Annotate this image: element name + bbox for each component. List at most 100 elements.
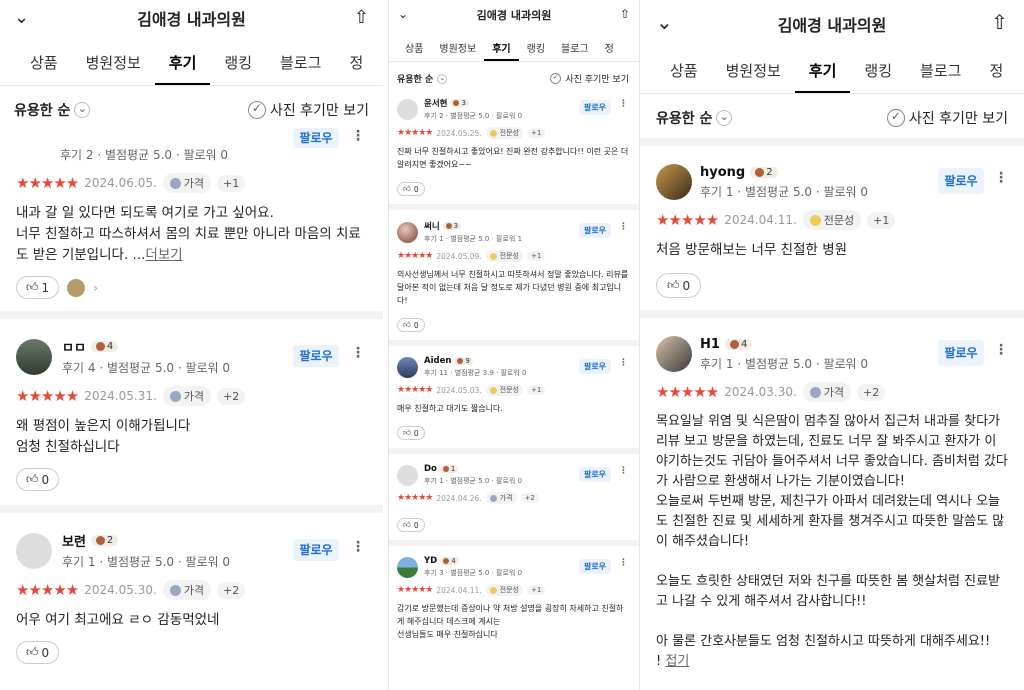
chevron-down-icon[interactable]: ⌄	[14, 7, 29, 28]
more-options-icon[interactable]: ⋮	[351, 539, 365, 555]
tag-price: 가격	[485, 492, 517, 504]
follow-button[interactable]: 팔로우	[579, 467, 611, 482]
reviewer-name: Do	[424, 464, 437, 474]
star-rating: ★★★★★	[397, 128, 433, 138]
level-icon	[445, 223, 452, 229]
sort-dropdown[interactable]: 유용한 순 ⌄	[14, 100, 91, 120]
price-icon	[169, 177, 181, 189]
tag-label: 가격	[183, 390, 205, 403]
tab-more[interactable]: 정	[975, 44, 1017, 93]
level-icon	[729, 339, 739, 349]
follow-button[interactable]: 팔로우	[579, 559, 611, 574]
more-options-icon[interactable]: ⋮	[994, 170, 1008, 186]
sort-dropdown[interactable]: 유용한 순 ⌄	[656, 108, 733, 128]
like-button[interactable]: 👍︎ 0	[397, 182, 425, 196]
like-button[interactable]: 👍︎ 0	[397, 426, 425, 440]
photo-only-toggle[interactable]: ✓ 사진 후기만 보기	[247, 100, 369, 120]
page-title: 김애경 내과의원	[137, 10, 246, 29]
tab-ranking[interactable]: 랭킹	[850, 44, 906, 93]
tab-products[interactable]: 상품	[656, 44, 712, 93]
follow-button[interactable]: 팔로우	[579, 359, 611, 374]
level-number: 2	[106, 535, 114, 546]
follow-button[interactable]: 팔로우	[293, 539, 339, 561]
level-number: 3	[461, 99, 466, 107]
chevron-right-icon[interactable]: ›	[93, 281, 98, 295]
chevron-down-icon[interactable]: ⌄	[398, 7, 408, 21]
more-options-icon[interactable]: ⋮	[619, 99, 628, 109]
tab-products[interactable]: 상품	[397, 28, 431, 61]
like-count: 0	[413, 320, 419, 330]
like-button[interactable]: 👍︎ 0	[16, 641, 60, 664]
follow-button[interactable]: 팔로우	[579, 100, 611, 115]
photo-only-toggle[interactable]: ✓ 사진 후기만 보기	[550, 72, 629, 85]
review-date: 2024.04.11.	[436, 585, 482, 595]
review-card: Do 1 후기 1 · 별점평균 5.0 · 팔로워 0 팔로우 ⋮ ★★★★★ …	[389, 454, 639, 546]
reviewer-meta: 후기 3 · 별점평균 5.0 · 팔로워 0	[424, 569, 523, 577]
sort-dropdown[interactable]: 유용한 순 ⌄	[397, 72, 448, 85]
more-options-icon[interactable]: ⋮	[351, 128, 365, 144]
tag-label: 전문성	[499, 129, 519, 137]
more-options-icon[interactable]: ⋮	[351, 345, 365, 361]
thumbs-up-icon: 👍︎	[403, 520, 411, 529]
review-card: 윤서현 3 후기 2 · 별점평균 5.0 · 팔로워 0 팔로우 ⋮ ★★★★★…	[389, 89, 639, 210]
tab-ranking[interactable]: 랭킹	[519, 28, 553, 61]
tab-reviews[interactable]: 후기	[154, 34, 211, 85]
tab-ranking[interactable]: 랭킹	[210, 34, 266, 85]
like-button[interactable]: 👍︎ 0	[397, 318, 425, 332]
tag-price: 가격	[162, 580, 212, 600]
avatar	[397, 221, 418, 243]
tab-reviews[interactable]: 후기	[484, 28, 519, 61]
follow-button[interactable]: 팔로우	[938, 168, 984, 194]
more-options-icon[interactable]: ⋮	[994, 342, 1008, 358]
more-options-icon[interactable]: ⋮	[619, 558, 628, 568]
fold-link[interactable]: 접기	[665, 654, 689, 669]
check-circle-icon: ✓	[550, 73, 562, 84]
reviewer-name: ㅁㅁ	[62, 341, 86, 356]
level-number: 9	[465, 357, 470, 365]
tab-hospital-info[interactable]: 병원정보	[72, 34, 155, 85]
follow-button[interactable]: 팔로우	[293, 128, 339, 148]
expertise-icon	[809, 214, 821, 226]
more-link[interactable]: 더보기	[145, 247, 182, 263]
tab-blog[interactable]: 블로그	[266, 34, 335, 85]
level-icon	[442, 466, 449, 472]
avatar	[16, 532, 52, 569]
follow-button[interactable]: 팔로우	[938, 340, 984, 366]
sort-label: 유용한 순	[14, 103, 71, 119]
header: ⌄ 김애경 내과의원 ⇧	[0, 0, 383, 34]
follow-button[interactable]: 팔로우	[579, 223, 611, 238]
like-button[interactable]: 👍︎ 0	[16, 468, 60, 491]
level-badge: 3	[442, 222, 462, 230]
tab-hospital-info[interactable]: 병원정보	[431, 28, 484, 61]
tab-products[interactable]: 상품	[16, 34, 72, 85]
tag-label: 가격	[823, 386, 845, 399]
chevron-down-icon[interactable]: ⌄	[656, 10, 673, 34]
like-button[interactable]: 👍︎ 0	[397, 518, 425, 532]
star-rating: ★★★★★	[397, 585, 433, 595]
follow-button[interactable]: 팔로우	[293, 345, 339, 367]
photo-only-toggle[interactable]: ✓ 사진 후기만 보기	[886, 108, 1008, 128]
star-rating: ★★★★★	[656, 211, 719, 229]
like-button[interactable]: 👍︎ 1	[16, 276, 60, 299]
tab-more[interactable]: 정	[335, 34, 377, 85]
share-icon[interactable]: ⇧	[991, 10, 1008, 34]
tag-expertise: 전문성	[485, 384, 523, 396]
level-icon	[457, 358, 464, 364]
share-icon[interactable]: ⇧	[354, 7, 369, 28]
tab-reviews[interactable]: 후기	[794, 44, 851, 93]
tab-hospital-info[interactable]: 병원정보	[712, 44, 795, 93]
tab-blog[interactable]: 블로그	[553, 28, 597, 61]
review-text: 왜 평점이 높은지 이해가됩니다 엄청 친절하십니다	[16, 418, 191, 455]
photo-only-label: 사진 후기만 보기	[565, 75, 629, 85]
panel-left: ⌄ 김애경 내과의원 ⇧ 상품 병원정보 후기 랭킹 블로그 정 유용한 순 ⌄ …	[0, 0, 383, 690]
like-button[interactable]: 👍︎ 0	[656, 273, 702, 298]
star-rating: ★★★★★	[16, 387, 79, 405]
tab-blog[interactable]: 블로그	[906, 44, 975, 93]
review-card: Aiden 9 후기 11 · 별점평균 3.9 · 팔로워 0 팔로우 ⋮ ★★…	[389, 346, 639, 454]
more-options-icon[interactable]: ⋮	[619, 466, 628, 476]
level-icon	[755, 167, 765, 177]
share-icon[interactable]: ⇧	[620, 7, 630, 21]
more-options-icon[interactable]: ⋮	[619, 222, 628, 232]
more-options-icon[interactable]: ⋮	[619, 358, 628, 368]
tab-more[interactable]: 정	[597, 28, 622, 61]
